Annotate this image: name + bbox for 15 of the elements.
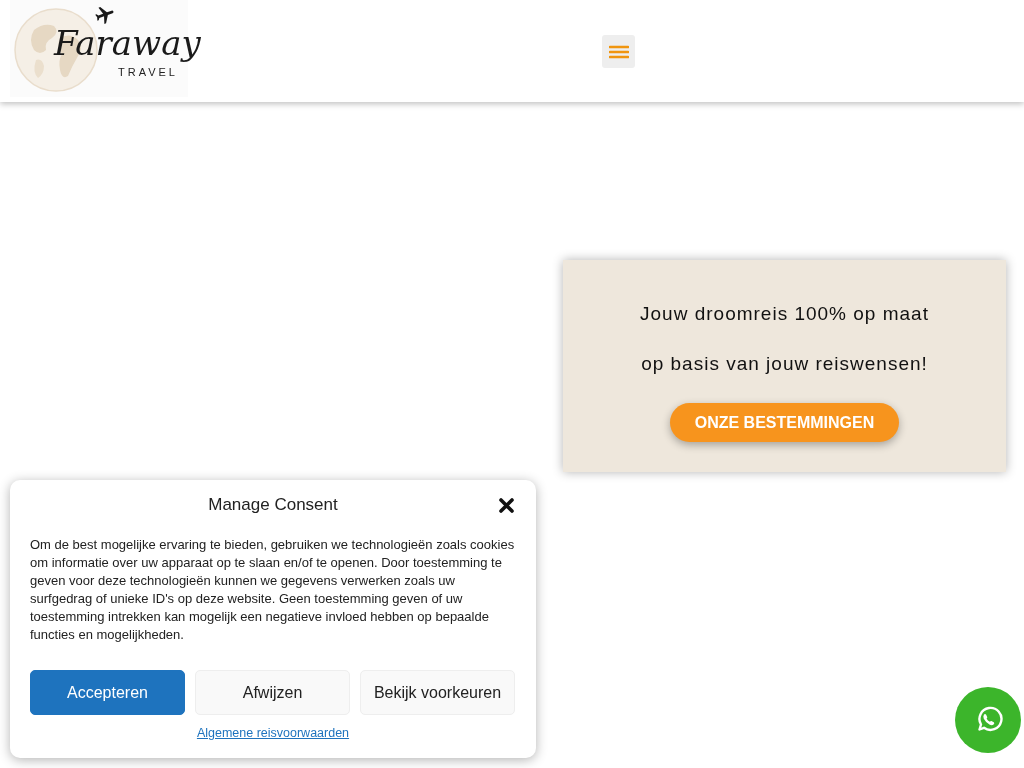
close-icon bbox=[498, 497, 514, 513]
tagline-text: op basis van jouw reiswensen! bbox=[641, 352, 928, 376]
menu-button[interactable] bbox=[602, 35, 635, 68]
option-button[interactable]: Afwijzen bbox=[195, 670, 350, 715]
accept-button[interactable]: Accepteren bbox=[30, 670, 185, 715]
dialog-title: Manage Consent bbox=[208, 494, 338, 516]
close-button[interactable] bbox=[498, 497, 514, 513]
menu-icon bbox=[608, 44, 629, 59]
option-button[interactable]: Bekijk voorkeuren bbox=[360, 670, 515, 715]
logo-tagline: TRAVEL bbox=[118, 65, 178, 79]
tagline-text: Jouw droomreis 100% op maat bbox=[640, 302, 929, 326]
logo-wordmark: Faraway bbox=[54, 25, 201, 61]
consent-text: Om de best mogelijke ervaring te bieden, gebruiken we technologieën zoals cookies om informatie over uw apparaat op te slaan en/of te openen. Door toestemming te geven voor deze technologieën kunnen we gegevens verwerken zoals uw surfgedrag of unieke ID's op deze website. Geen toestemming geven of uw toestemming intrekken kan mogelijk een negatieve invloed hebben op bepaalde functies en mogelijkheden. bbox=[30, 536, 516, 644]
airplane-icon bbox=[94, 5, 116, 25]
terms-link[interactable]: Algemene reisvoorwaarden bbox=[196, 724, 350, 742]
